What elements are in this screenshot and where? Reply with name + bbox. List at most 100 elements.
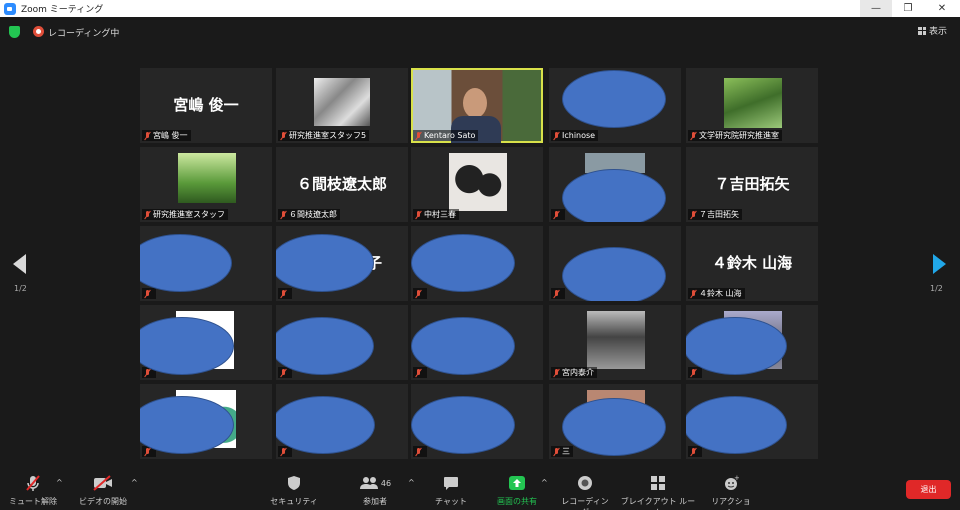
participant-tile[interactable] bbox=[140, 384, 272, 459]
record-button[interactable]: レコーディング bbox=[558, 474, 612, 510]
mic-muted-icon bbox=[416, 289, 421, 298]
participant-name-label: 研究推進室スタッフ5 bbox=[278, 130, 370, 141]
participant-tile[interactable]: Kentaro Sato bbox=[411, 68, 543, 143]
participant-name-label bbox=[413, 446, 427, 457]
participant-tile[interactable] bbox=[549, 147, 681, 222]
participant-tile[interactable] bbox=[686, 305, 818, 380]
minimize-button[interactable]: — bbox=[860, 0, 892, 17]
start-video-button[interactable]: ビデオの開始 bbox=[74, 474, 132, 507]
profile-picture bbox=[178, 153, 236, 203]
leave-meeting-button[interactable]: 退出 bbox=[906, 480, 951, 499]
redaction-mask bbox=[562, 247, 666, 301]
participant-tile[interactable]: ７吉田拓矢 ７吉田拓矢 bbox=[686, 147, 818, 222]
record-label: レコーディング bbox=[561, 497, 609, 510]
profile-picture bbox=[724, 78, 782, 128]
next-page-arrow-icon[interactable] bbox=[933, 254, 946, 274]
redaction-mask bbox=[411, 317, 515, 375]
redaction-mask bbox=[411, 234, 515, 292]
mic-muted-icon bbox=[416, 210, 421, 219]
participant-name-label: 中村三春 bbox=[413, 209, 459, 220]
participant-tile[interactable]: 三 bbox=[549, 384, 681, 459]
maximize-button[interactable]: ❐ bbox=[892, 0, 924, 17]
redaction-mask bbox=[686, 396, 787, 454]
share-screen-button[interactable]: 画面の共有 bbox=[493, 474, 541, 507]
participant-name: ７吉田拓矢 bbox=[699, 210, 739, 219]
page-indicator-right: 1/2 bbox=[930, 284, 943, 293]
participant-tile[interactable] bbox=[549, 226, 681, 301]
participant-tile[interactable]: ４鈴木 山海 ４鈴木 山海 bbox=[686, 226, 818, 301]
participant-name-label: ４鈴木 山海 bbox=[688, 288, 745, 299]
participant-name-label bbox=[688, 446, 702, 457]
participant-tile[interactable] bbox=[276, 384, 408, 459]
participant-tile[interactable] bbox=[140, 305, 272, 380]
participants-button[interactable]: 46 参加者 bbox=[355, 474, 395, 507]
redaction-mask bbox=[562, 169, 666, 222]
mic-muted-icon bbox=[145, 210, 150, 219]
participant-name-label: 宮内泰介 bbox=[551, 367, 597, 378]
mic-muted-icon bbox=[691, 289, 696, 298]
meeting-status-bar: レコーディング中 表示 bbox=[0, 17, 960, 45]
view-button[interactable]: 表示 bbox=[918, 24, 947, 37]
chat-icon bbox=[433, 474, 469, 492]
share-options-caret[interactable]: ^ bbox=[541, 478, 548, 487]
participant-tile[interactable] bbox=[686, 384, 818, 459]
chat-label: チャット bbox=[435, 497, 467, 506]
audio-options-caret[interactable]: ^ bbox=[56, 478, 63, 487]
reaction-icon: + bbox=[708, 474, 754, 492]
mic-muted-icon bbox=[416, 447, 421, 456]
recording-indicator[interactable]: レコーディング中 bbox=[48, 26, 119, 39]
share-screen-icon bbox=[493, 474, 541, 492]
participant-name-label bbox=[551, 209, 565, 220]
security-shield-icon bbox=[270, 474, 318, 492]
redaction-mask bbox=[562, 70, 666, 128]
participant-name: 三 bbox=[562, 447, 570, 456]
participant-tile[interactable] bbox=[411, 226, 543, 301]
participant-tile[interactable]: 文学研究院研究推進室 bbox=[686, 68, 818, 143]
participant-tile[interactable]: ６間枝遼太郎 ６間枝遼太郎 bbox=[276, 147, 408, 222]
participants-options-caret[interactable]: ^ bbox=[408, 478, 415, 487]
participant-tile[interactable] bbox=[276, 305, 408, 380]
previous-page-arrow-icon[interactable] bbox=[13, 254, 26, 274]
reactions-label: リアクション bbox=[711, 497, 751, 510]
participant-tile[interactable]: 子 bbox=[276, 226, 408, 301]
reactions-button[interactable]: + リアクション bbox=[708, 474, 754, 510]
mic-muted-icon bbox=[691, 131, 696, 140]
participant-name-label: 宮嶋 俊一 bbox=[142, 130, 191, 141]
participants-label: 参加者 bbox=[363, 497, 387, 506]
breakout-icon bbox=[618, 474, 698, 492]
shield-icon[interactable] bbox=[9, 26, 20, 38]
participant-tile[interactable]: 宮嶋 俊一 宮嶋 俊一 bbox=[140, 68, 272, 143]
participant-tile[interactable]: Ichinose bbox=[549, 68, 681, 143]
mic-muted-icon bbox=[554, 131, 559, 140]
unmute-button[interactable]: ミュート解除 bbox=[8, 474, 58, 507]
participant-tile[interactable]: 宮内泰介 bbox=[549, 305, 681, 380]
video-options-caret[interactable]: ^ bbox=[131, 478, 138, 487]
mic-muted-icon bbox=[145, 368, 150, 377]
mic-muted-icon bbox=[281, 131, 286, 140]
zoom-logo-icon bbox=[4, 2, 16, 15]
chat-button[interactable]: チャット bbox=[433, 474, 469, 507]
participant-tile[interactable]: 研究推進室スタッフ5 bbox=[276, 68, 408, 143]
participant-name: ６間枝遼太郎 bbox=[289, 210, 337, 219]
share-screen-label: 画面の共有 bbox=[497, 497, 537, 506]
profile-picture bbox=[449, 153, 507, 211]
security-button[interactable]: セキュリティ bbox=[270, 474, 318, 507]
participant-name: 研究推進室スタッフ5 bbox=[289, 131, 367, 140]
participant-tile[interactable]: 研究推進室スタッフ bbox=[140, 147, 272, 222]
participant-tile[interactable]: 中村三春 bbox=[411, 147, 543, 222]
redaction-mask bbox=[276, 396, 375, 454]
participant-name-label: 研究推進室スタッフ bbox=[142, 209, 228, 220]
mic-muted-icon bbox=[281, 210, 286, 219]
participant-name-label: ６間枝遼太郎 bbox=[278, 209, 340, 220]
mic-muted-icon bbox=[691, 368, 696, 377]
breakout-rooms-button[interactable]: ブレイクアウト ルーム bbox=[618, 474, 698, 510]
participant-name-label: Kentaro Sato bbox=[413, 130, 479, 141]
participant-tile[interactable] bbox=[140, 226, 272, 301]
mic-muted-icon bbox=[145, 289, 150, 298]
mic-muted-icon bbox=[554, 368, 559, 377]
participant-tile[interactable] bbox=[411, 384, 543, 459]
participant-tile[interactable] bbox=[411, 305, 543, 380]
mic-muted-icon bbox=[145, 131, 150, 140]
record-icon bbox=[33, 26, 44, 37]
close-button[interactable]: ✕ bbox=[926, 0, 958, 17]
